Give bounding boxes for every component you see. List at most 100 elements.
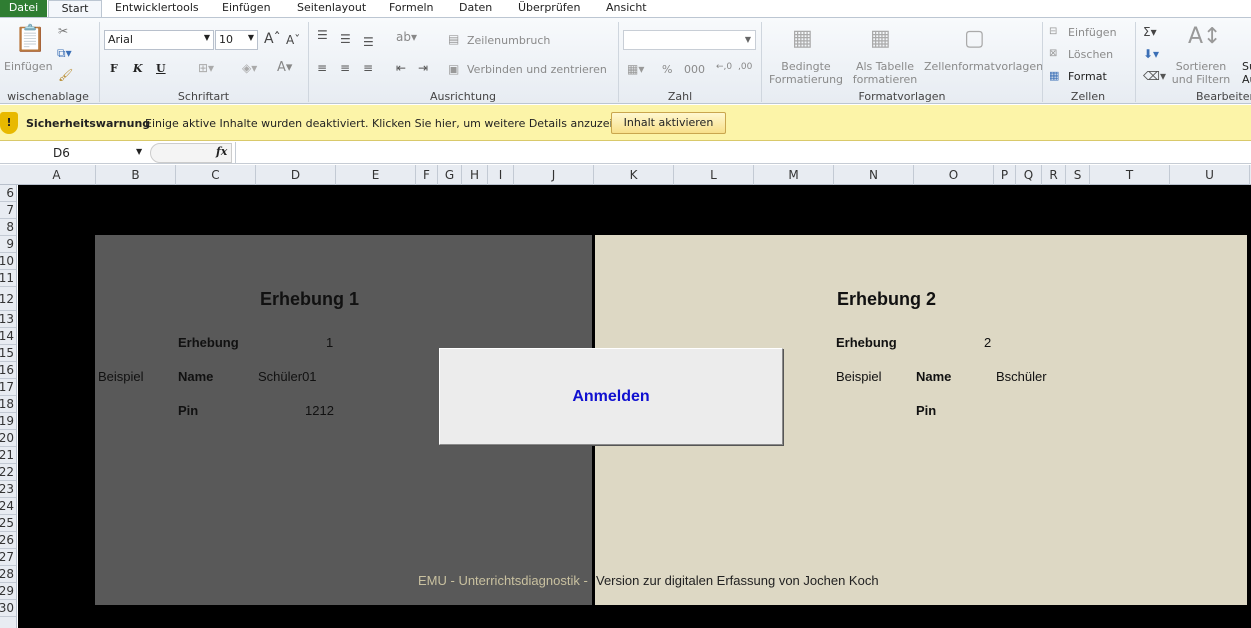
enable-content-button[interactable]: Inhalt aktivieren — [611, 112, 726, 134]
tab-einfuegen[interactable]: Einfügen — [222, 0, 271, 17]
border-icon[interactable]: ⊞▾ — [198, 61, 214, 75]
row-header-28[interactable]: 28 — [0, 566, 16, 583]
tab-entwicklertools[interactable]: Entwicklertools — [115, 0, 199, 17]
thousands-button[interactable]: 000 — [684, 63, 705, 76]
column-header-P[interactable]: P — [994, 165, 1016, 185]
column-header-C[interactable]: C — [176, 165, 256, 185]
row-header-26[interactable]: 26 — [0, 532, 16, 549]
tab-ueberpruefen[interactable]: Überprüfen — [518, 0, 580, 17]
merge-center-button[interactable]: Verbinden und zentrieren — [467, 63, 607, 76]
formula-input[interactable] — [235, 142, 1251, 164]
login-button[interactable]: Anmelden — [439, 348, 783, 445]
row-header-22[interactable]: 22 — [0, 464, 16, 481]
increase-indent-icon[interactable]: ⇥ — [418, 61, 428, 75]
insert-cells-button[interactable]: Einfügen — [1068, 26, 1117, 39]
autosum-icon[interactable]: Σ▾ — [1143, 25, 1157, 39]
sort-filter-button[interactable]: Sortieren und Filtern — [1170, 60, 1232, 86]
grow-font-icon[interactable]: Aˆ — [264, 31, 281, 47]
row-header-15[interactable]: 15 — [0, 345, 16, 362]
decrease-indent-icon[interactable]: ⇤ — [396, 61, 406, 75]
bold-button[interactable]: F — [110, 62, 118, 75]
italic-button[interactable]: K — [133, 62, 143, 75]
column-header-Q[interactable]: Q — [1016, 165, 1042, 185]
format-as-table-button[interactable]: Als Tabelle formatieren — [848, 60, 922, 86]
row-header-25[interactable]: 25 — [0, 515, 16, 532]
font-name-select[interactable]: Arial ▼ — [104, 30, 214, 50]
column-header-B[interactable]: B — [96, 165, 176, 185]
column-header-O[interactable]: O — [914, 165, 994, 185]
align-middle-icon[interactable]: ☰ — [340, 32, 351, 46]
row-header-19[interactable]: 19 — [0, 413, 16, 430]
row-header-7[interactable]: 7 — [0, 202, 16, 219]
row-header-6[interactable]: 6 — [0, 185, 16, 202]
row-header-24[interactable]: 24 — [0, 498, 16, 515]
name-box[interactable]: D6 ▼ — [0, 143, 148, 163]
tab-formeln[interactable]: Formeln — [389, 0, 434, 17]
column-header-A[interactable]: A — [18, 165, 96, 185]
increase-decimal-icon[interactable]: ←,0 — [716, 62, 732, 72]
fill-icon[interactable]: ⬇▾ — [1143, 47, 1159, 61]
tab-datei[interactable]: Datei — [0, 0, 47, 17]
percent-button[interactable]: % — [662, 63, 672, 76]
column-header-T[interactable]: T — [1090, 165, 1170, 185]
row-header-16[interactable]: 16 — [0, 362, 16, 379]
font-color-icon[interactable]: A▾ — [277, 60, 292, 75]
column-header-D[interactable]: D — [256, 165, 336, 185]
paste-button[interactable]: Einfügen — [4, 60, 53, 73]
row-header-17[interactable]: 17 — [0, 379, 16, 396]
align-left-icon[interactable]: ≡ — [317, 61, 327, 75]
underline-button[interactable]: U — [156, 62, 166, 75]
column-header-N[interactable]: N — [834, 165, 914, 185]
column-header-I[interactable]: I — [488, 165, 514, 185]
decrease-decimal-icon[interactable]: ,00 — [738, 62, 752, 72]
tab-daten[interactable]: Daten — [459, 0, 492, 17]
column-header-G[interactable]: G — [438, 165, 462, 185]
wrap-text-button[interactable]: Zeilenumbruch — [467, 34, 550, 47]
column-header-E[interactable]: E — [336, 165, 416, 185]
delete-cells-button[interactable]: Löschen — [1068, 48, 1113, 61]
copy-icon[interactable]: ⧉▾ — [57, 46, 72, 61]
security-warning-bar[interactable]: ! Sicherheitswarnung Einige aktive Inhal… — [0, 105, 1251, 141]
row-header-30[interactable]: 30 — [0, 600, 16, 617]
warning-message[interactable]: Einige aktive Inhalte wurden deaktiviert… — [145, 117, 637, 130]
row-header-14[interactable]: 14 — [0, 328, 16, 345]
column-header-K[interactable]: K — [594, 165, 674, 185]
align-right-icon[interactable]: ≡ — [363, 61, 373, 75]
row-header-8[interactable]: 8 — [0, 219, 16, 236]
column-header-S[interactable]: S — [1066, 165, 1090, 185]
tab-start[interactable]: Start — [48, 0, 102, 18]
column-header-H[interactable]: H — [462, 165, 488, 185]
shrink-font-icon[interactable]: Aˇ — [286, 33, 300, 47]
row-header-13[interactable]: 13 — [0, 311, 16, 328]
column-header-M[interactable]: M — [754, 165, 834, 185]
align-bottom-icon[interactable]: ☰ — [363, 35, 374, 49]
fill-color-icon[interactable]: ◈▾ — [242, 61, 257, 75]
align-center-icon[interactable]: ≡ — [340, 61, 350, 75]
currency-icon[interactable]: ▦▾ — [627, 62, 644, 76]
row-header-12[interactable]: 12 — [0, 287, 16, 311]
row-header-27[interactable]: 27 — [0, 549, 16, 566]
format-painter-icon[interactable]: 🖌 — [58, 68, 73, 82]
format-cells-button[interactable]: Format — [1068, 70, 1107, 83]
row-header-10[interactable]: 10 — [0, 253, 16, 270]
column-header-R[interactable]: R — [1042, 165, 1066, 185]
row-header-21[interactable]: 21 — [0, 447, 16, 464]
row-header-9[interactable]: 9 — [0, 236, 16, 253]
paste-icon[interactable]: 📋 — [14, 24, 46, 54]
clear-icon[interactable]: ⌫▾ — [1143, 69, 1166, 83]
find-select-button[interactable]: SuAu — [1242, 60, 1251, 86]
insert-function-button[interactable]: fx — [216, 145, 227, 158]
conditional-format-button[interactable]: Bedingte Formatierung — [769, 60, 843, 86]
tab-seitenlayout[interactable]: Seitenlayout — [297, 0, 366, 17]
row-header-23[interactable]: 23 — [0, 481, 16, 498]
row-header-11[interactable]: 11 — [0, 270, 16, 287]
row-header-18[interactable]: 18 — [0, 396, 16, 413]
tab-ansicht[interactable]: Ansicht — [606, 0, 647, 17]
cut-icon[interactable]: ✂ — [58, 24, 68, 38]
column-header-L[interactable]: L — [674, 165, 754, 185]
column-header-U[interactable]: U — [1170, 165, 1250, 185]
row-header-29[interactable]: 29 — [0, 583, 16, 600]
column-header-F[interactable]: F — [416, 165, 438, 185]
column-header-J[interactable]: J — [514, 165, 594, 185]
align-top-icon[interactable]: ☰ — [317, 28, 328, 42]
